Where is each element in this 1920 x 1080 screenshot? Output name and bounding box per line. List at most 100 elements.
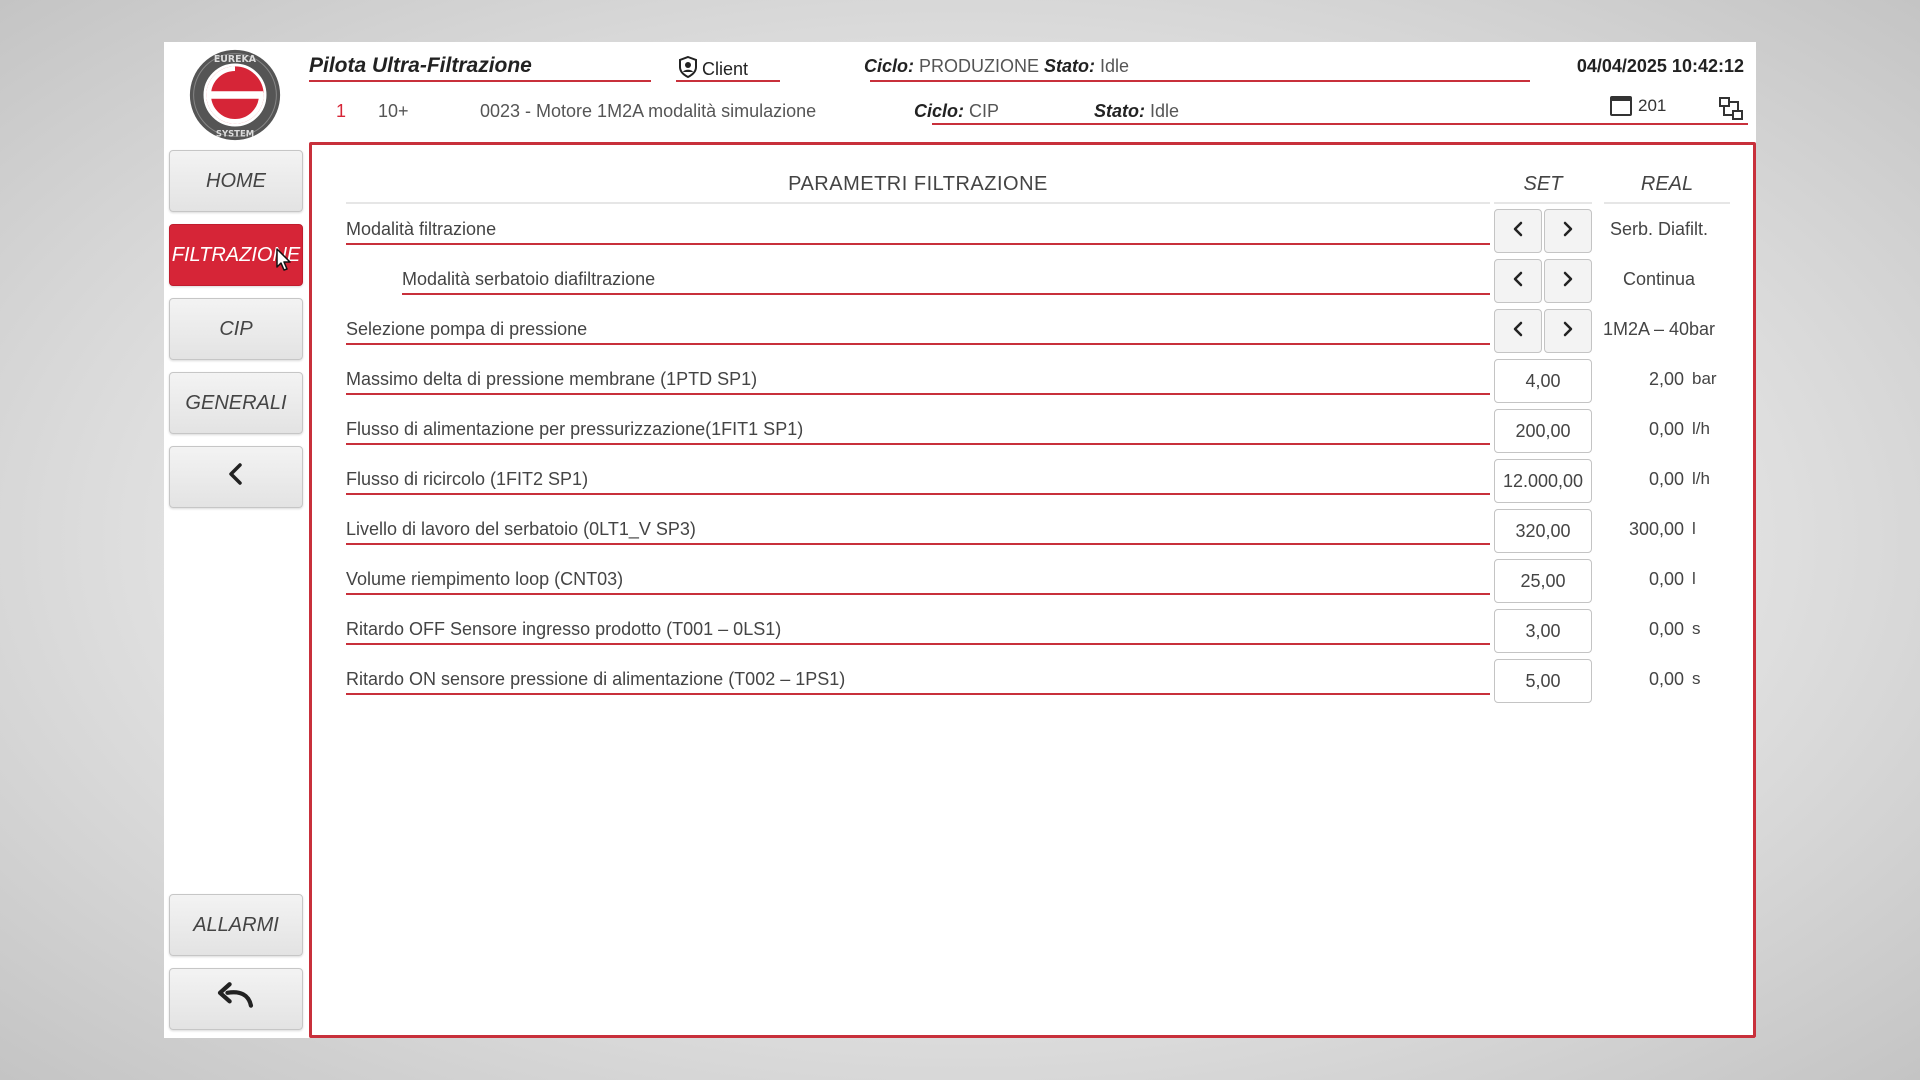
hmi-screen: EUREKA SYSTEM Pilota Ultra-Filtrazione C… — [164, 42, 1756, 1038]
window-icon — [1610, 96, 1632, 116]
svg-text:SYSTEM: SYSTEM — [216, 128, 254, 138]
ciclo-produzione: Ciclo: PRODUZIONE — [864, 56, 1039, 77]
undo-icon — [214, 980, 258, 1018]
real-value: 0,00 — [1648, 419, 1684, 439]
real-value: 1M2A – 40bar — [1602, 319, 1716, 339]
param-label: Ritardo OFF Sensore ingresso prodotto (T… — [346, 619, 1490, 645]
nav-cip-button[interactable]: CIP — [169, 298, 303, 360]
alarm-message[interactable]: 0023 - Motore 1M2A modalità simulazione — [480, 101, 816, 122]
real-value: 2,00 — [1648, 369, 1684, 389]
unit-label: s — [1692, 669, 1701, 688]
set-value-input[interactable]: 200,00 — [1494, 409, 1592, 453]
param-label: Livello di lavoro del serbatoio (0LT1_V … — [346, 519, 1490, 545]
real-value: Serb. Diafilt. — [1609, 219, 1709, 239]
stato-cip: Stato: Idle — [1094, 101, 1179, 122]
real-value: 0,00 — [1648, 619, 1684, 639]
set-value-input[interactable]: 320,00 — [1494, 509, 1592, 553]
chevron-left-icon — [1510, 321, 1526, 342]
eureka-system-logo: EUREKA SYSTEM — [188, 48, 282, 142]
unit-label: l/h — [1692, 469, 1710, 488]
window-number: 201 — [1638, 96, 1667, 115]
stato-value: Idle — [1150, 101, 1180, 121]
param-row-volume-loop: Volume riempimento loop (CNT03) 25,00 0,… — [312, 559, 1753, 609]
ciclo-value: PRODUZIONE — [919, 56, 1040, 76]
real-value: Continua — [1622, 269, 1696, 289]
stato-produzione: Stato: Idle — [1044, 56, 1129, 77]
param-row-ritardo-off: Ritardo OFF Sensore ingresso prodotto (T… — [312, 609, 1753, 659]
real-value: 300,00 — [1628, 519, 1684, 539]
parameters-panel: PARAMETRI FILTRAZIONE SET REAL Modalità … — [309, 142, 1756, 1038]
stato-label: Stato: — [1094, 101, 1145, 121]
unit-label: l — [1692, 519, 1696, 538]
param-row-flusso-alimentazione: Flusso di alimentazione per pressurizzaz… — [312, 409, 1753, 459]
undo-button[interactable] — [169, 968, 303, 1030]
param-row-modalita-filtrazione: Modalità filtrazione Serb. Diafilt. — [312, 209, 1753, 259]
title-underline — [309, 80, 651, 82]
unit-label: l — [1692, 569, 1696, 588]
param-row-livello-serbatoio: Livello di lavoro del serbatoio (0LT1_V … — [312, 509, 1753, 559]
unit-label: bar — [1692, 369, 1717, 388]
ciclo-value: CIP — [969, 101, 1000, 121]
ciclo-cip: Ciclo: CIP — [914, 101, 999, 122]
param-row-pompa-pressione: Selezione pompa di pressione 1M2A – 40ba… — [312, 309, 1753, 359]
param-label: Massimo delta di pressione membrane (1PT… — [346, 369, 1490, 395]
set-value-input[interactable]: 25,00 — [1494, 559, 1592, 603]
unit-label: s — [1692, 619, 1701, 638]
client-label: Client — [702, 59, 749, 79]
chevron-left-icon — [1510, 221, 1526, 242]
shield-icon — [678, 55, 698, 83]
set-value-input[interactable]: 4,00 — [1494, 359, 1592, 403]
param-label: Selezione pompa di pressione — [346, 319, 1490, 345]
set-value-input[interactable]: 5,00 — [1494, 659, 1592, 703]
chevron-left-icon — [221, 459, 251, 495]
prev-option-button[interactable] — [1494, 209, 1542, 253]
nav-home-button[interactable]: HOME — [169, 150, 303, 212]
param-row-flusso-ricircolo: Flusso di ricircolo (1FIT2 SP1) 12.000,0… — [312, 459, 1753, 509]
param-label: Flusso di ricircolo (1FIT2 SP1) — [346, 469, 1490, 495]
mouse-cursor-icon — [276, 248, 292, 272]
app-title: Pilota Ultra-Filtrazione — [309, 54, 532, 77]
chevron-right-icon — [1560, 221, 1576, 242]
chevron-left-icon — [1510, 271, 1526, 292]
set-value-input[interactable]: 12.000,00 — [1494, 459, 1592, 503]
param-label: Modalità filtrazione — [346, 219, 1490, 245]
next-option-button[interactable] — [1544, 209, 1592, 253]
ciclo-label: Ciclo: — [864, 56, 915, 76]
window-indicator[interactable]: 201 — [1610, 96, 1666, 116]
chevron-right-icon — [1560, 321, 1576, 342]
prev-option-button[interactable] — [1494, 259, 1542, 303]
real-value: 0,00 — [1648, 569, 1684, 589]
column-header-set: SET — [1494, 173, 1592, 204]
stato-value: Idle — [1100, 56, 1130, 76]
param-row-ritardo-on: Ritardo ON sensore pressione di alimenta… — [312, 659, 1753, 709]
param-label: Volume riempimento loop (CNT03) — [346, 569, 1490, 595]
nav-allarmi-button[interactable]: ALLARMI — [169, 894, 303, 956]
client-underline — [676, 80, 780, 82]
next-option-button[interactable] — [1544, 259, 1592, 303]
next-option-button[interactable] — [1544, 309, 1592, 353]
network-icon[interactable] — [1718, 96, 1744, 122]
stato-label: Stato: — [1044, 56, 1095, 76]
client-indicator[interactable]: Client — [678, 55, 749, 83]
real-value: 0,00 — [1648, 669, 1684, 689]
param-row-delta-pressione: Massimo delta di pressione membrane (1PT… — [312, 359, 1753, 409]
alarm-count: 10+ — [378, 101, 409, 121]
ciclo-label: Ciclo: — [914, 101, 965, 121]
alarm-index: 1 — [336, 101, 347, 121]
param-label: Flusso di alimentazione per pressurizzaz… — [346, 419, 1490, 445]
chevron-right-icon — [1560, 271, 1576, 292]
back-button[interactable] — [169, 446, 303, 508]
param-label: Ritardo ON sensore pressione di alimenta… — [346, 669, 1490, 695]
panel-title: PARAMETRI FILTRAZIONE — [346, 173, 1490, 204]
unit-label: l/h — [1692, 419, 1710, 438]
svg-text:EUREKA: EUREKA — [214, 54, 257, 65]
param-label: Modalità serbatoio diafiltrazione — [402, 269, 1490, 295]
param-row-modalita-serbatoio: Modalità serbatoio diafiltrazione Contin… — [312, 259, 1753, 309]
column-header-real: REAL — [1604, 173, 1730, 204]
nav-generali-button[interactable]: GENERALI — [169, 372, 303, 434]
prev-option-button[interactable] — [1494, 309, 1542, 353]
status-underline — [870, 80, 1530, 82]
cip-underline — [932, 123, 1748, 125]
datetime: 04/04/2025 10:42:12 — [1576, 56, 1744, 76]
set-value-input[interactable]: 3,00 — [1494, 609, 1592, 653]
